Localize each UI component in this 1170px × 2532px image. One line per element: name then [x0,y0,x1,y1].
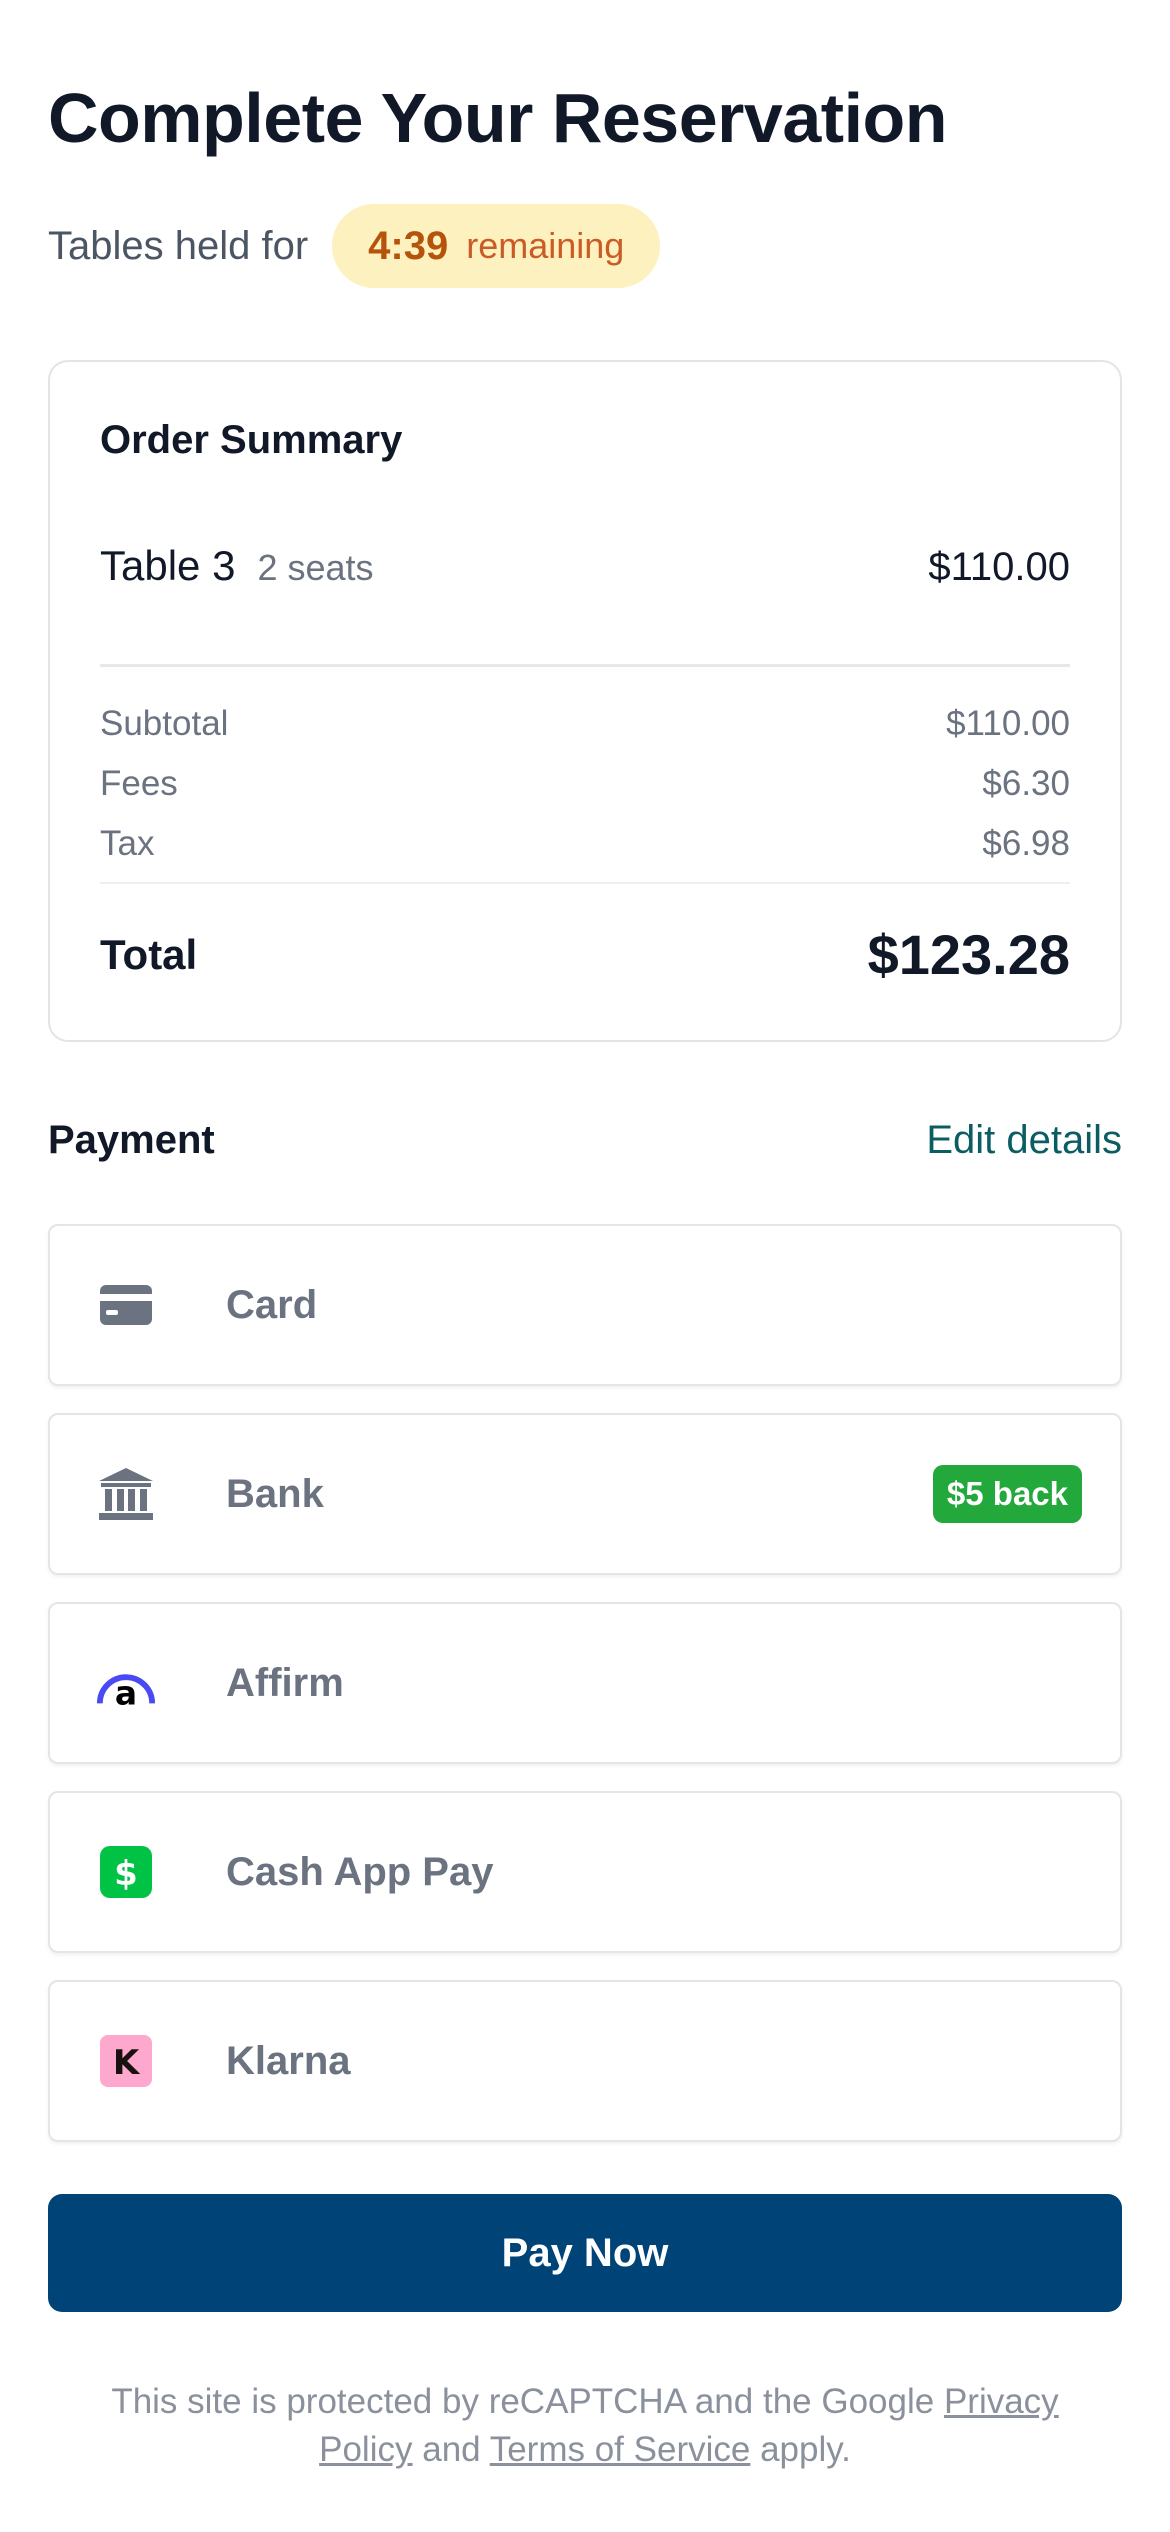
legal-middle: and [412,2430,490,2469]
payment-method-cash-app[interactable]: $ Cash App Pay [48,1791,1122,1953]
order-summary-card: Order Summary Table 3 2 seats $110.00 Sub… [48,360,1122,1042]
payment-method-label: Affirm [226,1660,344,1705]
bank-icon [96,1464,156,1524]
pay-now-button[interactable]: Pay Now [48,2194,1122,2312]
total-row: Total $123.28 [100,922,1070,987]
payment-method-bank[interactable]: Bank $5 back [48,1413,1122,1575]
subtotal-row: Subtotal $110.00 [100,704,1070,744]
klarna-icon: K [96,2031,156,2091]
summary-divider [100,664,1070,667]
payment-method-label: Bank [226,1471,324,1516]
subtotal-value: $110.00 [946,704,1070,743]
subtotal-label: Subtotal [100,704,229,743]
total-label: Total [100,930,198,978]
order-item-row: Table 3 2 seats $110.00 [100,542,1070,590]
edit-details-link[interactable]: Edit details [926,1118,1122,1163]
item-name: Table 3 [100,542,236,589]
svg-text:$: $ [114,1854,138,1894]
payment-title: Payment [48,1118,215,1162]
timer-suffix: remaining [466,225,625,266]
svg-text:a: a [115,1673,137,1708]
tax-label: Tax [100,824,155,863]
fees-value: $6.30 [982,764,1070,803]
svg-text:K: K [113,2043,141,2083]
payment-method-label: Cash App Pay [226,1849,494,1894]
timer-label: Tables held for [48,223,309,268]
payment-method-card[interactable]: Card [48,1224,1122,1386]
total-value: $123.28 [867,923,1070,986]
payment-method-affirm[interactable]: a Affirm [48,1602,1122,1764]
fees-row: Fees $6.30 [100,764,1070,804]
tax-value: $6.98 [982,824,1070,863]
terms-of-service-link[interactable]: Terms of Service [490,2430,751,2469]
tax-row: Tax $6.98 [100,824,1070,864]
timer-value: 4:39 [368,223,449,268]
order-item-info: Table 3 2 seats [100,542,374,590]
legal-prefix: This site is protected by reCAPTCHA and … [111,2382,944,2421]
payment-method-label: Klarna [226,2038,351,2083]
order-summary-title: Order Summary [100,418,403,462]
legal-suffix: apply. [750,2430,851,2469]
payment-header: Payment Edit details [48,1118,1122,1163]
card-icon [96,1275,156,1335]
affirm-icon: a [96,1653,156,1713]
page-title: Complete Your Reservation [48,79,948,157]
total-divider [100,882,1070,884]
payment-method-label: Card [226,1282,318,1327]
item-price: $110.00 [928,545,1070,589]
timer-badge: 4:39 remaining [332,204,661,288]
payment-method-klarna[interactable]: K Klarna [48,1980,1122,2142]
fees-label: Fees [100,764,178,803]
cash-app-icon: $ [96,1842,156,1902]
recaptcha-notice: This site is protected by reCAPTCHA and … [78,2378,1092,2474]
item-seats: 2 seats [257,547,374,588]
cashback-badge: $5 back [932,1465,1082,1523]
hold-timer-row: Tables held for 4:39 remaining [48,204,661,288]
